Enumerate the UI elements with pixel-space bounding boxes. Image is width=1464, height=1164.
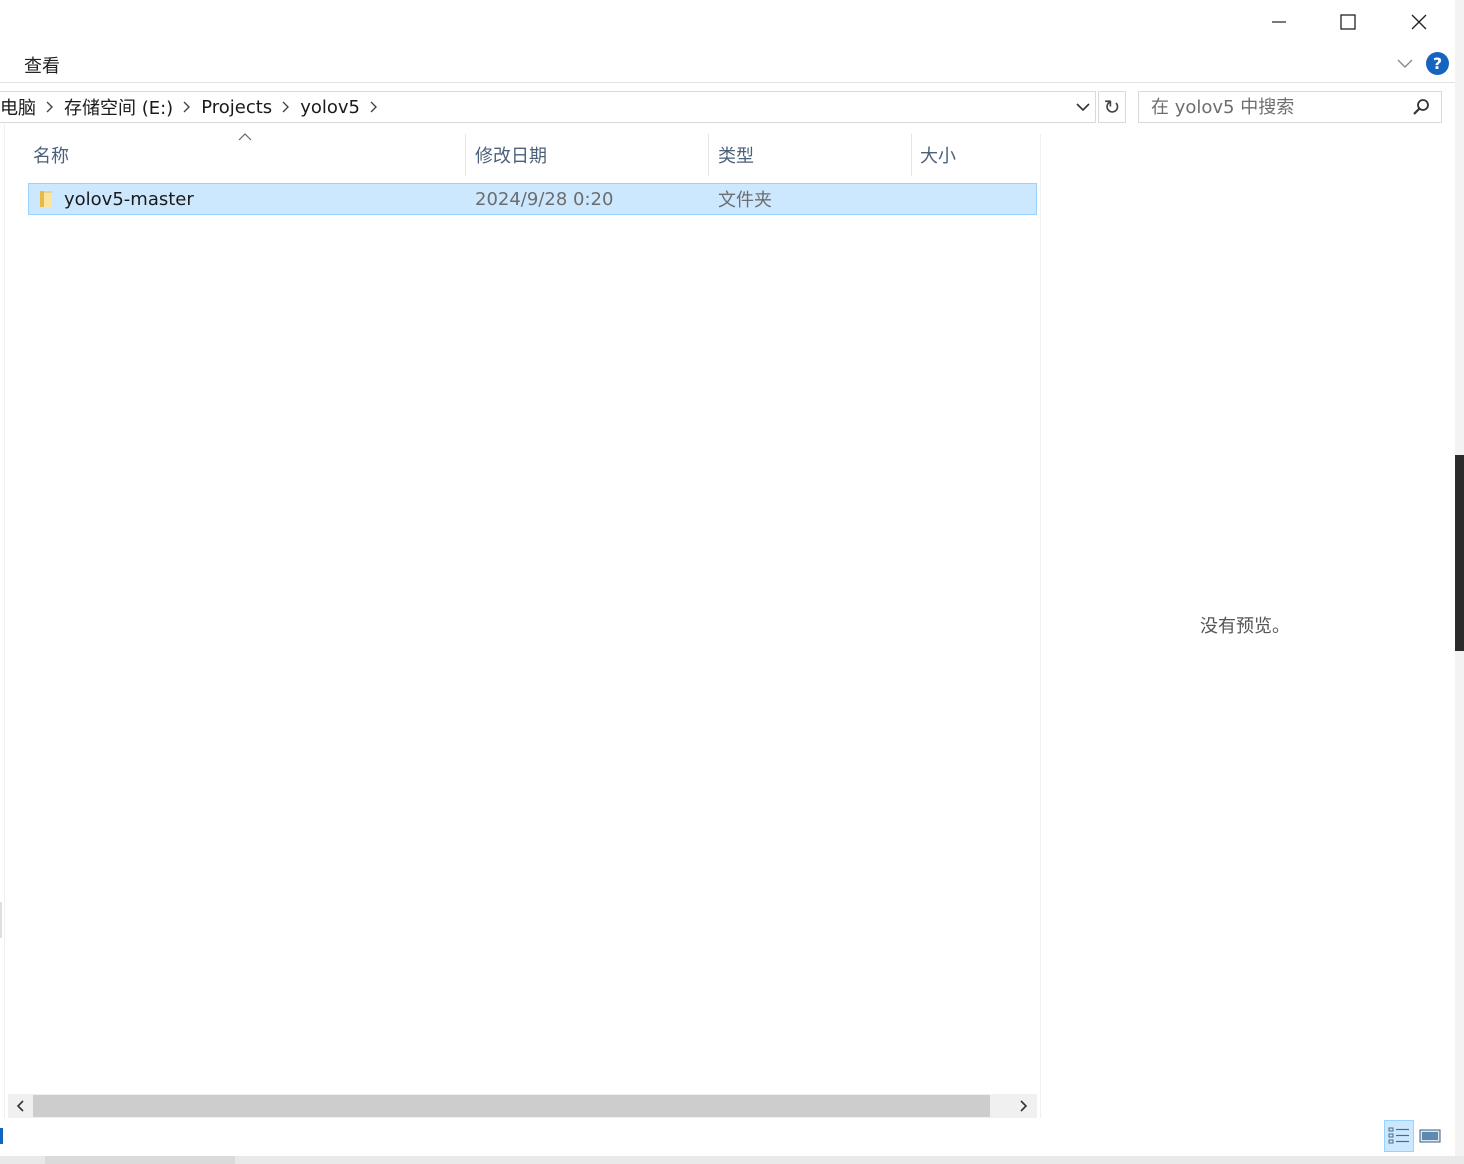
maximize-button[interactable] [1313, 0, 1383, 44]
column-header-modified-label: 修改日期 [475, 146, 547, 167]
address-bar[interactable]: 电脑 存储空间 (E:) Projects yolov5 [0, 91, 1096, 123]
background-window-strip [1455, 455, 1464, 651]
search-box[interactable] [1138, 91, 1442, 123]
pane-splitter[interactable] [0, 902, 2, 938]
chevron-right-icon[interactable] [275, 101, 297, 113]
column-header-modified[interactable]: 修改日期 [475, 134, 705, 176]
close-button[interactable] [1384, 0, 1454, 44]
large-icons-view-icon [1419, 1129, 1441, 1143]
chevron-right-icon[interactable] [363, 101, 385, 113]
column-header-size-label: 大小 [920, 146, 956, 167]
chevron-right-icon[interactable] [39, 101, 61, 113]
chevron-right-icon[interactable] [176, 101, 198, 113]
scroll-right-button[interactable] [1012, 1094, 1036, 1118]
column-header-type[interactable]: 类型 [718, 134, 908, 176]
chevron-down-icon [1397, 59, 1413, 68]
file-list[interactable] [5, 134, 1040, 1118]
scroll-left-button[interactable] [8, 1094, 32, 1118]
ribbon-tab-view[interactable]: 查看 [24, 52, 60, 78]
chevron-right-icon [1020, 1100, 1028, 1112]
search-icon [1413, 99, 1429, 115]
file-modified: 2024/9/28 0:20 [475, 188, 614, 210]
details-view-icon [1388, 1127, 1409, 1144]
chevron-down-icon [1076, 102, 1090, 111]
column-divider[interactable] [465, 134, 466, 176]
column-header-type-label: 类型 [718, 146, 754, 167]
maximize-icon [1340, 14, 1356, 30]
column-divider[interactable] [708, 134, 709, 176]
scrollbar-thumb[interactable] [33, 1095, 990, 1117]
column-header-name[interactable]: 名称 [33, 134, 463, 176]
folder-icon [40, 191, 52, 207]
minimize-icon [1272, 21, 1286, 23]
minimize-button[interactable] [1244, 0, 1314, 44]
details-view-button[interactable] [1384, 1120, 1414, 1152]
refresh-button[interactable]: ↻ [1098, 91, 1126, 123]
title-bar [0, 0, 1455, 44]
help-button[interactable]: ? [1426, 52, 1449, 75]
column-divider[interactable] [911, 134, 912, 176]
search-button[interactable] [1410, 96, 1432, 118]
large-icons-view-button[interactable] [1418, 1122, 1442, 1150]
preview-empty-message: 没有预览。 [1200, 616, 1290, 637]
taskbar-segment [45, 1156, 235, 1164]
address-history-dropdown[interactable] [1072, 96, 1094, 118]
breadcrumb-this-pc[interactable]: 电脑 [0, 94, 39, 120]
expand-ribbon-button[interactable] [1393, 52, 1417, 76]
chevron-left-icon [16, 1100, 24, 1112]
column-header-size[interactable]: 大小 [920, 134, 1030, 176]
column-header-name-label: 名称 [33, 146, 69, 167]
file-name[interactable]: yolov5-master [64, 183, 194, 215]
status-indicator [0, 1128, 3, 1144]
breadcrumb-projects[interactable]: Projects [198, 97, 275, 118]
ribbon: 查看 [0, 44, 1455, 83]
search-input[interactable] [1149, 95, 1403, 119]
refresh-icon: ↻ [1103, 95, 1121, 119]
close-icon [1411, 14, 1427, 30]
breadcrumb-yolov5[interactable]: yolov5 [297, 97, 363, 118]
file-type: 文件夹 [718, 190, 772, 211]
breadcrumb-drive-e[interactable]: 存储空间 (E:) [61, 94, 176, 120]
status-bar [0, 1122, 1455, 1156]
